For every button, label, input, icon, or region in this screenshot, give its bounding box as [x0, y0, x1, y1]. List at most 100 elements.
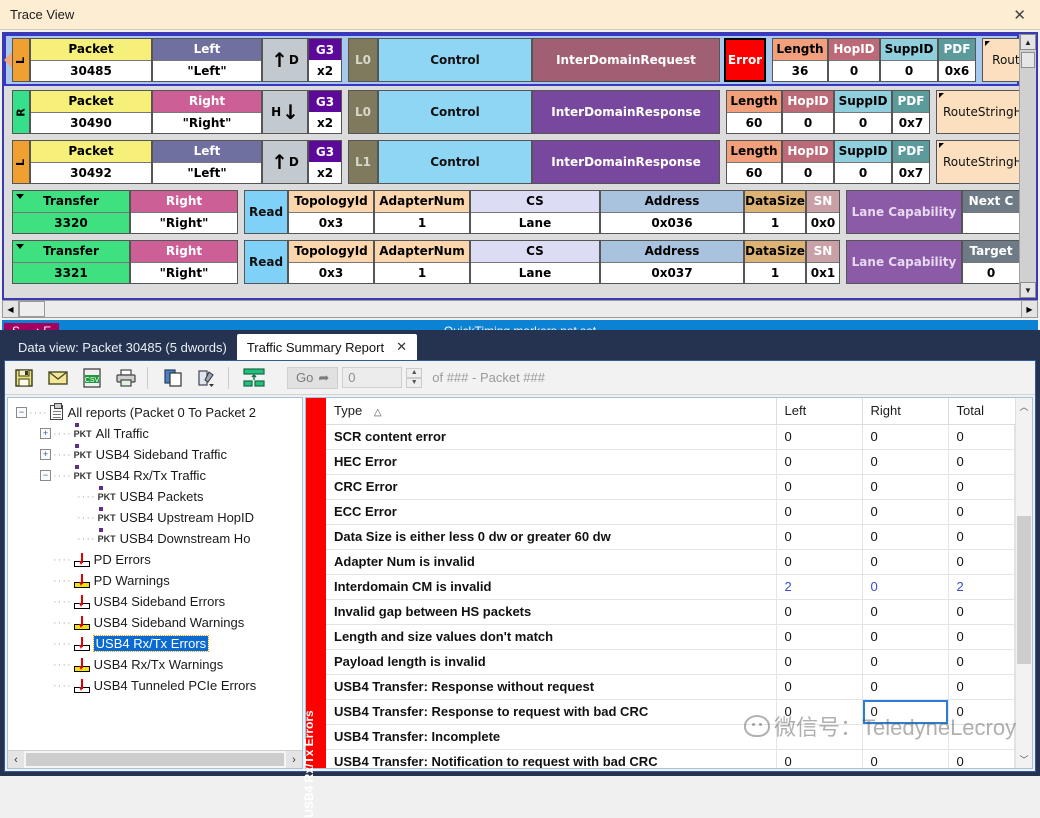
trace-packet-row[interactable]: LPacket30492Left"Left"↑DG3x2L1ControlInt…: [4, 138, 1019, 186]
cell-type[interactable]: USB4 Transfer: Response to request with …: [326, 700, 776, 725]
copy-icon[interactable]: [158, 363, 188, 393]
field-address-cell[interactable]: Address0x036: [600, 190, 744, 234]
port-flag-left[interactable]: L: [12, 140, 30, 184]
scroll-left-icon[interactable]: ◀: [3, 301, 19, 317]
field-suppid-cell[interactable]: SuppID0: [834, 90, 892, 134]
cell-right[interactable]: 0: [862, 475, 948, 500]
cell-type[interactable]: Invalid gap between HS packets: [326, 600, 776, 625]
cell-total[interactable]: 0: [948, 600, 1015, 625]
table-row[interactable]: Adapter Num is invalid000: [326, 550, 1015, 575]
cell-type[interactable]: Adapter Num is invalid: [326, 550, 776, 575]
settings-icon[interactable]: [192, 363, 222, 393]
cell-total[interactable]: 0: [948, 650, 1015, 675]
cell-left[interactable]: 0: [776, 750, 862, 769]
table-row[interactable]: Payload length is invalid000: [326, 650, 1015, 675]
expand-icon[interactable]: +: [40, 428, 51, 439]
column-header-type[interactable]: Type △: [326, 398, 776, 425]
cell-total[interactable]: 0: [948, 500, 1015, 525]
table-row[interactable]: HEC Error000: [326, 450, 1015, 475]
expand-caret-icon[interactable]: [16, 194, 24, 199]
cell-left[interactable]: 0: [776, 650, 862, 675]
report-tree[interactable]: −····All reports (Packet 0 To Packet 2+·…: [8, 398, 302, 750]
collapse-icon[interactable]: −: [16, 407, 27, 418]
cell-right[interactable]: 0: [862, 425, 948, 450]
field-pdf-cell[interactable]: PDF0x7: [892, 90, 930, 134]
packet-port-cell[interactable]: Right"Right": [152, 90, 262, 134]
tree-item-usb4-rx-tx-traffic[interactable]: −····PKTUSB4 Rx/Tx Traffic: [12, 465, 302, 486]
field-suppid-cell[interactable]: SuppID0: [880, 38, 938, 82]
cell-left[interactable]: 0: [776, 525, 862, 550]
table-row[interactable]: Interdomain CM is invalid202: [326, 575, 1015, 600]
packet-number-cell[interactable]: Packet30492: [30, 140, 152, 184]
cell-right[interactable]: 0: [862, 675, 948, 700]
traffic-type-cell[interactable]: Control: [378, 90, 532, 134]
packet-number-input[interactable]: [342, 367, 402, 388]
cell-left[interactable]: 0: [776, 500, 862, 525]
transfer-number-cell[interactable]: Transfer3320: [12, 190, 130, 234]
save-icon[interactable]: [9, 363, 39, 393]
trace-horizontal-scrollbar[interactable]: ◀ ▶: [2, 300, 1038, 318]
email-icon[interactable]: [43, 363, 73, 393]
cell-total[interactable]: 0: [948, 475, 1015, 500]
table-row[interactable]: SCR content error000: [326, 425, 1015, 450]
trace-vscroll-thumb[interactable]: [1021, 52, 1035, 68]
cell-type[interactable]: Interdomain CM is invalid: [326, 575, 776, 600]
field-length-cell[interactable]: Length60: [726, 140, 782, 184]
field-pdf-cell[interactable]: PDF0x7: [892, 140, 930, 184]
cell-right[interactable]: 0: [862, 750, 948, 769]
tab-close-icon[interactable]: ✕: [396, 339, 407, 355]
tree-item-usb4-sideband-errors[interactable]: ····USB4 Sideband Errors: [12, 591, 302, 612]
cell-left[interactable]: 0: [776, 700, 862, 725]
field-cs-cell[interactable]: CSLane: [470, 190, 600, 234]
cell-total[interactable]: 0: [948, 750, 1015, 769]
expand-icon[interactable]: +: [40, 449, 51, 460]
packet-port-cell[interactable]: Left"Left": [152, 38, 262, 82]
field-sn-cell[interactable]: SN0x1: [806, 240, 840, 284]
trace-packet-row[interactable]: LPacket30485Left"Left"↑DG3x2L0ControlInt…: [4, 34, 1019, 86]
cell-total[interactable]: 2: [948, 575, 1015, 600]
field-datasize-cell[interactable]: DataSize1: [744, 240, 806, 284]
cell-total[interactable]: [948, 725, 1015, 750]
tab-data-view[interactable]: Data view: Packet 30485 (5 dwords): [8, 334, 237, 360]
cell-left[interactable]: [776, 725, 862, 750]
print-icon[interactable]: [111, 363, 141, 393]
field-topologyid-cell[interactable]: TopologyId0x3: [288, 240, 374, 284]
table-row[interactable]: Length and size values don't match000: [326, 625, 1015, 650]
direction-indicator[interactable]: ↑D: [262, 140, 308, 184]
transfer-port-cell[interactable]: Right"Right": [130, 240, 238, 284]
go-button[interactable]: Go ➦: [287, 367, 338, 389]
tree-item-all-traffic[interactable]: +····PKTAll Traffic: [12, 423, 302, 444]
column-header-total[interactable]: Total: [948, 398, 1015, 425]
cell-type[interactable]: HEC Error: [326, 450, 776, 475]
cell-right[interactable]: 0: [862, 700, 948, 725]
error-badge[interactable]: Error: [724, 38, 766, 82]
table-row[interactable]: USB4 Transfer: Notification to request w…: [326, 750, 1015, 769]
tree-scroll-left-icon[interactable]: ‹: [8, 751, 24, 768]
transfer-number-cell[interactable]: Transfer3321: [12, 240, 130, 284]
table-row[interactable]: Data Size is either less 0 dw or greater…: [326, 525, 1015, 550]
trace-packet-row[interactable]: RPacket30490Right"Right"H↓G3x2L0ControlI…: [4, 88, 1019, 136]
traffic-type-cell[interactable]: Control: [378, 140, 532, 184]
column-header-left[interactable]: Left: [776, 398, 862, 425]
trace-vertical-scrollbar[interactable]: ▲ ▼: [1019, 34, 1036, 298]
capability-cell[interactable]: Lane Capability: [846, 190, 962, 234]
scroll-up-icon[interactable]: ▲: [1020, 34, 1036, 50]
next-capability-cell[interactable]: Next C: [962, 190, 1019, 234]
field-datasize-cell[interactable]: DataSize1: [744, 190, 806, 234]
field-address-cell[interactable]: Address0x037: [600, 240, 744, 284]
fit-icon[interactable]: [239, 363, 269, 393]
cell-right[interactable]: 0: [862, 500, 948, 525]
table-scroll-down-icon[interactable]: ﹀: [1016, 751, 1032, 768]
packet-number-cell[interactable]: Packet30485: [30, 38, 152, 82]
cell-total[interactable]: 0: [948, 625, 1015, 650]
tree-item-usb4-sideband-traffic[interactable]: +····PKTUSB4 Sideband Traffic: [12, 444, 302, 465]
cell-right[interactable]: 0: [862, 550, 948, 575]
route-string-cell[interactable]: RouteStringHigh: [936, 140, 1019, 184]
tree-item-usb4-packets[interactable]: ····PKTUSB4 Packets: [12, 486, 302, 507]
cell-left[interactable]: 0: [776, 425, 862, 450]
cell-type[interactable]: USB4 Transfer: Notification to request w…: [326, 750, 776, 769]
field-hopid-cell[interactable]: HopID0: [782, 140, 834, 184]
link-generation-cell[interactable]: G3x2: [308, 38, 342, 82]
tree-item-usb4-tunneled-pcie-errors[interactable]: ····USB4 Tunneled PCIe Errors: [12, 675, 302, 696]
field-hopid-cell[interactable]: HopID0: [828, 38, 880, 82]
